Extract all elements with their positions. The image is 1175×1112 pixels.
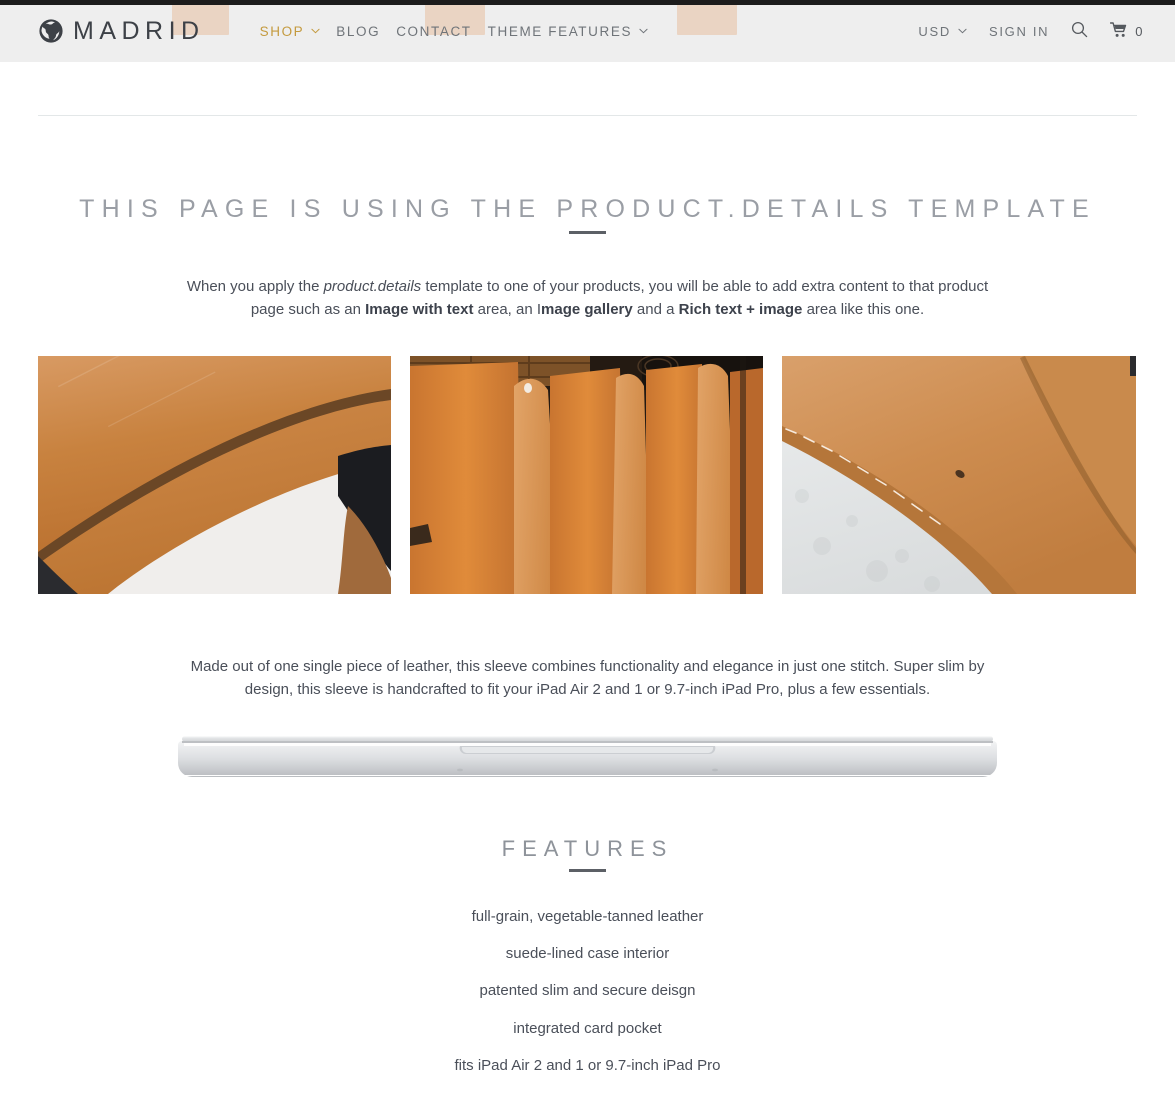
main-navigation: SHOP BLOG CONTACT THEME FEATURES <box>260 24 919 39</box>
cart-button[interactable]: 0 <box>1110 21 1143 41</box>
feature-item: fits iPad Air 2 and 1 or 9.7-inch iPad P… <box>454 1056 721 1074</box>
shopping-cart-icon <box>1110 21 1129 41</box>
features-rule <box>569 869 606 872</box>
nav-item-theme-features[interactable]: THEME FEATURES <box>488 24 648 39</box>
nav-item-contact-label: CONTACT <box>396 23 472 39</box>
feature-item: full-grain, vegetable-tanned leather <box>471 908 704 925</box>
chevron-down-icon <box>958 28 967 34</box>
cart-count: 0 <box>1135 23 1143 39</box>
chevron-down-icon <box>639 28 648 34</box>
nav-item-blog[interactable]: BLOG <box>336 24 380 39</box>
laptop-image <box>170 730 1005 788</box>
nav-item-shop-label: SHOP <box>259 23 305 39</box>
search-button[interactable] <box>1071 21 1088 41</box>
product-description: Made out of one single piece of leather,… <box>190 658 985 698</box>
title-rule <box>569 231 606 234</box>
intro-bold-image-gallery: mage gallery <box>541 301 633 318</box>
gallery-image-hanging-leather-hides[interactable] <box>410 356 763 594</box>
search-icon <box>1071 21 1088 41</box>
intro-part-5: area like this one. <box>802 301 925 318</box>
sign-in-link[interactable]: SIGN IN <box>989 24 1049 39</box>
feature-item: patented slim and secure deisgn <box>479 982 696 1000</box>
intro-paragraph: When you apply the product.details templ… <box>175 275 1000 321</box>
intro-emphasis-template: product.details <box>323 278 422 295</box>
top-accent-strip <box>0 0 1175 5</box>
feature-item: suede-lined case interior <box>505 945 670 963</box>
nav-item-blog-label: BLOG <box>336 23 381 39</box>
nav-item-theme-features-label: THEME FEATURES <box>487 23 633 39</box>
utility-navigation: USD SIGN IN 0 <box>918 21 1143 41</box>
nav-item-shop[interactable]: SHOP <box>260 24 321 39</box>
feature-item: integrated card pocket <box>513 1019 662 1037</box>
globe-icon <box>38 18 64 44</box>
intro-part-4: and a <box>632 301 679 318</box>
site-logo[interactable]: MADRID <box>38 18 205 44</box>
page-title: THIS PAGE IS USING THE PRODUCT.DETAILS T… <box>79 194 1096 223</box>
currency-selector-value: USD <box>918 23 951 39</box>
intro-part-3: area, an I <box>473 301 542 318</box>
nav-item-contact[interactable]: CONTACT <box>396 24 471 39</box>
logo-text: MADRID <box>73 16 205 45</box>
features-title: FEATURES <box>501 836 674 862</box>
gallery-image-stitched-leather-corner[interactable] <box>782 356 1136 594</box>
image-gallery <box>0 356 1175 594</box>
gallery-image-leather-sleeve-closeup[interactable] <box>38 356 391 594</box>
currency-selector[interactable]: USD <box>918 24 967 39</box>
intro-part-1: When you apply the <box>186 278 324 295</box>
sign-in-label: SIGN IN <box>988 23 1050 39</box>
features-list: full-grain, vegetable-tanned leather sue… <box>0 898 1175 1084</box>
site-header: MADRID SHOP BLOG CONTACT THEME FEATURES <box>0 0 1175 62</box>
intro-bold-image-with-text: Image with text <box>365 301 474 318</box>
chevron-down-icon <box>311 28 320 34</box>
intro-bold-rich-text-image: Rich text + image <box>678 301 803 318</box>
header-divider <box>38 115 1137 116</box>
